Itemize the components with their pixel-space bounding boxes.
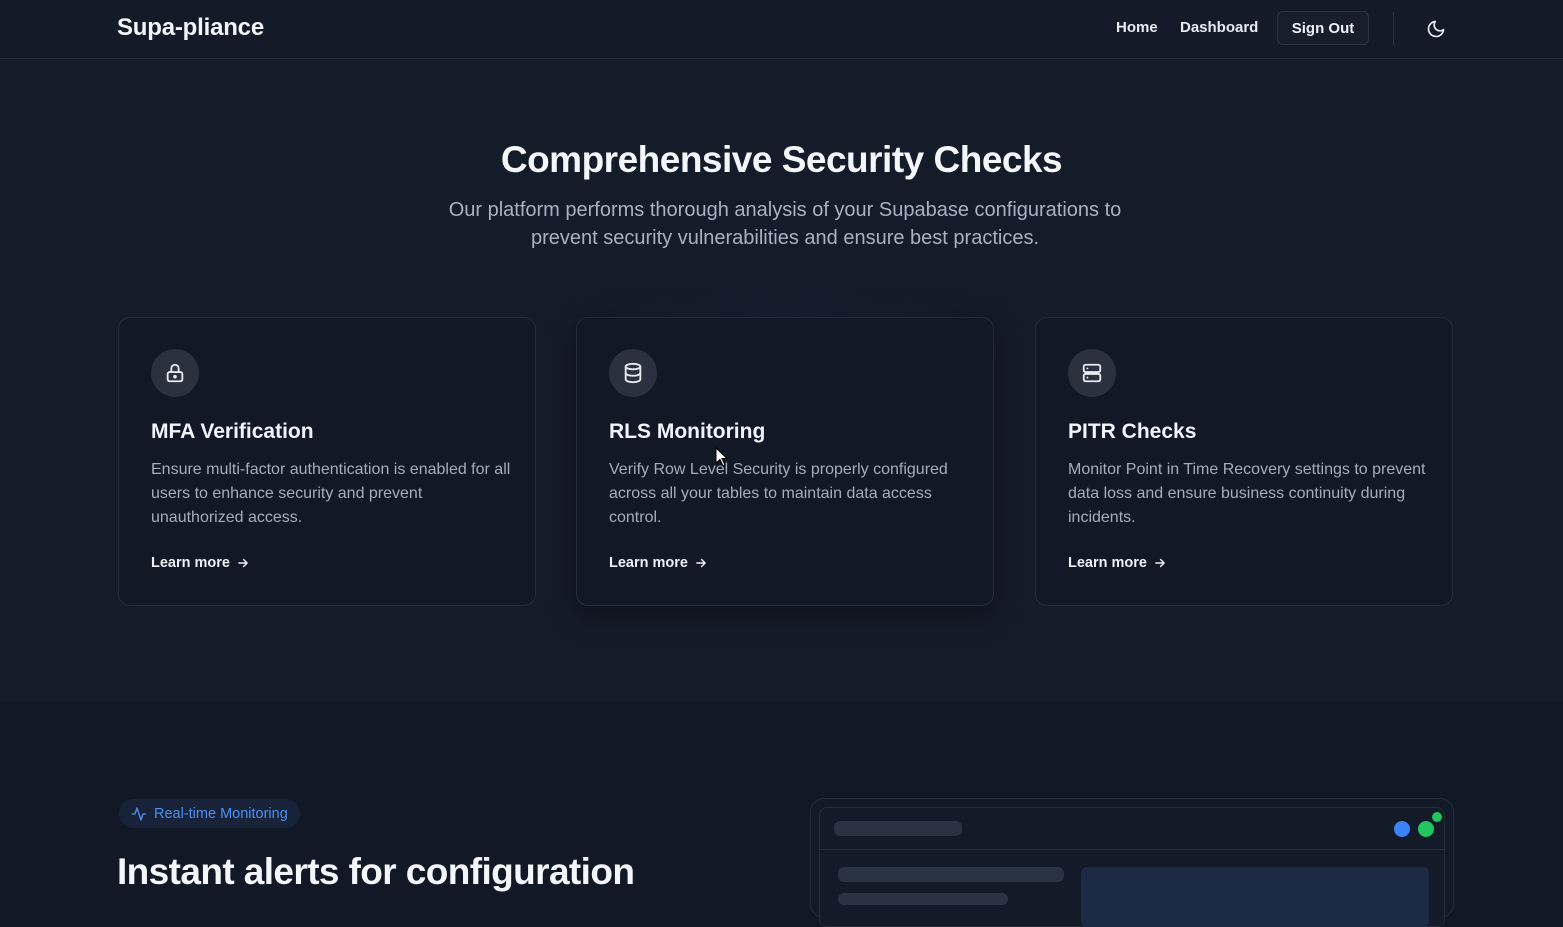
- lock-icon: [166, 363, 184, 383]
- arrow-right-icon: [1155, 558, 1165, 568]
- card-icon-badge: [151, 349, 199, 397]
- activity-icon: [131, 806, 147, 821]
- learn-more-label: Learn more: [609, 555, 688, 571]
- status-dot-blue: [1394, 821, 1410, 837]
- realtime-monitoring-badge: Real-time Monitoring: [119, 799, 300, 828]
- card-title: MFA Verification: [151, 420, 314, 443]
- database-icon: [624, 362, 642, 384]
- status-dot-green: [1418, 821, 1434, 837]
- learn-more-label: Learn more: [1068, 555, 1147, 571]
- arrow-right-icon: [238, 558, 248, 568]
- card-rls-monitoring: RLS Monitoring Verify Row Level Security…: [576, 317, 994, 606]
- status-dot-green-small: [1432, 812, 1442, 822]
- card-description: Monitor Point in Time Recovery settings …: [1068, 461, 1426, 526]
- monitoring-title: Instant alerts for configuration: [117, 851, 635, 892]
- dashboard-preview: [810, 798, 1454, 927]
- card-icon-badge: [1068, 349, 1116, 397]
- section-subtitle: Our platform performs thorough analysis …: [400, 196, 1170, 252]
- card-icon-badge: [609, 349, 657, 397]
- card-description: Ensure multi-factor authentication is en…: [151, 461, 511, 526]
- security-checks-section: Comprehensive Security Checks Our platfo…: [0, 60, 1563, 702]
- placeholder-bar: [838, 867, 1064, 882]
- preview-divider: [820, 849, 1446, 850]
- sign-out-button[interactable]: Sign Out: [1277, 11, 1369, 45]
- nav-divider: [1393, 12, 1394, 45]
- placeholder-bar: [834, 821, 962, 836]
- placeholder-bar: [838, 893, 1008, 905]
- card-description: Verify Row Level Security is properly co…: [609, 461, 948, 526]
- nav-dashboard-link[interactable]: Dashboard: [1180, 19, 1258, 36]
- badge-label: Real-time Monitoring: [154, 805, 288, 822]
- learn-more-link[interactable]: Learn more: [151, 555, 250, 571]
- card-title: RLS Monitoring: [609, 420, 766, 443]
- sign-out-label: Sign Out: [1291, 19, 1355, 37]
- subtitle-line-1: Our platform performs thorough analysis …: [448, 199, 1122, 221]
- arrow-right-icon: [696, 558, 706, 568]
- theme-toggle-button[interactable]: [1421, 14, 1451, 44]
- nav-home-link[interactable]: Home: [1116, 19, 1158, 36]
- monitoring-section: Real-time Monitoring Instant alerts for …: [0, 702, 1563, 927]
- moon-icon: [1427, 20, 1445, 38]
- subtitle-line-2: prevent security vulnerabilities and ens…: [530, 227, 1040, 249]
- brand-logo[interactable]: Supa-pliance: [117, 14, 264, 42]
- learn-more-link[interactable]: Learn more: [1068, 555, 1167, 571]
- learn-more-link[interactable]: Learn more: [609, 555, 708, 571]
- learn-more-label: Learn more: [151, 555, 230, 571]
- section-title: Comprehensive Security Checks: [500, 139, 1063, 180]
- dashboard-preview-window: [819, 807, 1446, 927]
- card-pitr-checks: PITR Checks Monitor Point in Time Recove…: [1035, 317, 1453, 606]
- card-title: PITR Checks: [1068, 420, 1197, 443]
- card-mfa-verification: MFA Verification Ensure multi-factor aut…: [118, 317, 536, 606]
- server-icon: [1082, 363, 1102, 383]
- top-navbar: Supa-pliance Home Dashboard Sign Out: [0, 0, 1563, 59]
- placeholder-panel: [1081, 867, 1429, 927]
